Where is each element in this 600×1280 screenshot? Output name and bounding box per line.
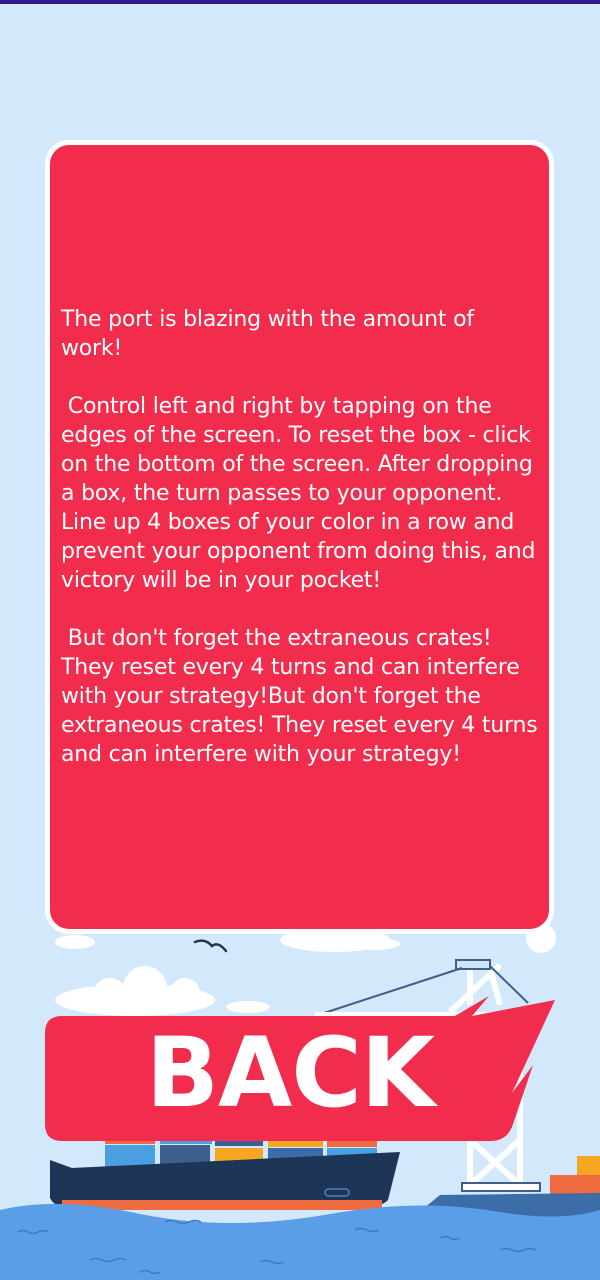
rules-text: The port is blazing with the amount of w… — [61, 307, 538, 767]
rules-panel: The port is blazing with the amount of w… — [45, 140, 554, 934]
container-icon — [577, 1156, 600, 1175]
container-icon — [550, 1175, 600, 1195]
seagull-icon — [193, 939, 228, 953]
back-label: BACK — [145, 1017, 435, 1129]
back-button[interactable]: BACK — [0, 995, 600, 1155]
crane-base — [461, 1182, 541, 1192]
sea-waves — [0, 1203, 600, 1280]
